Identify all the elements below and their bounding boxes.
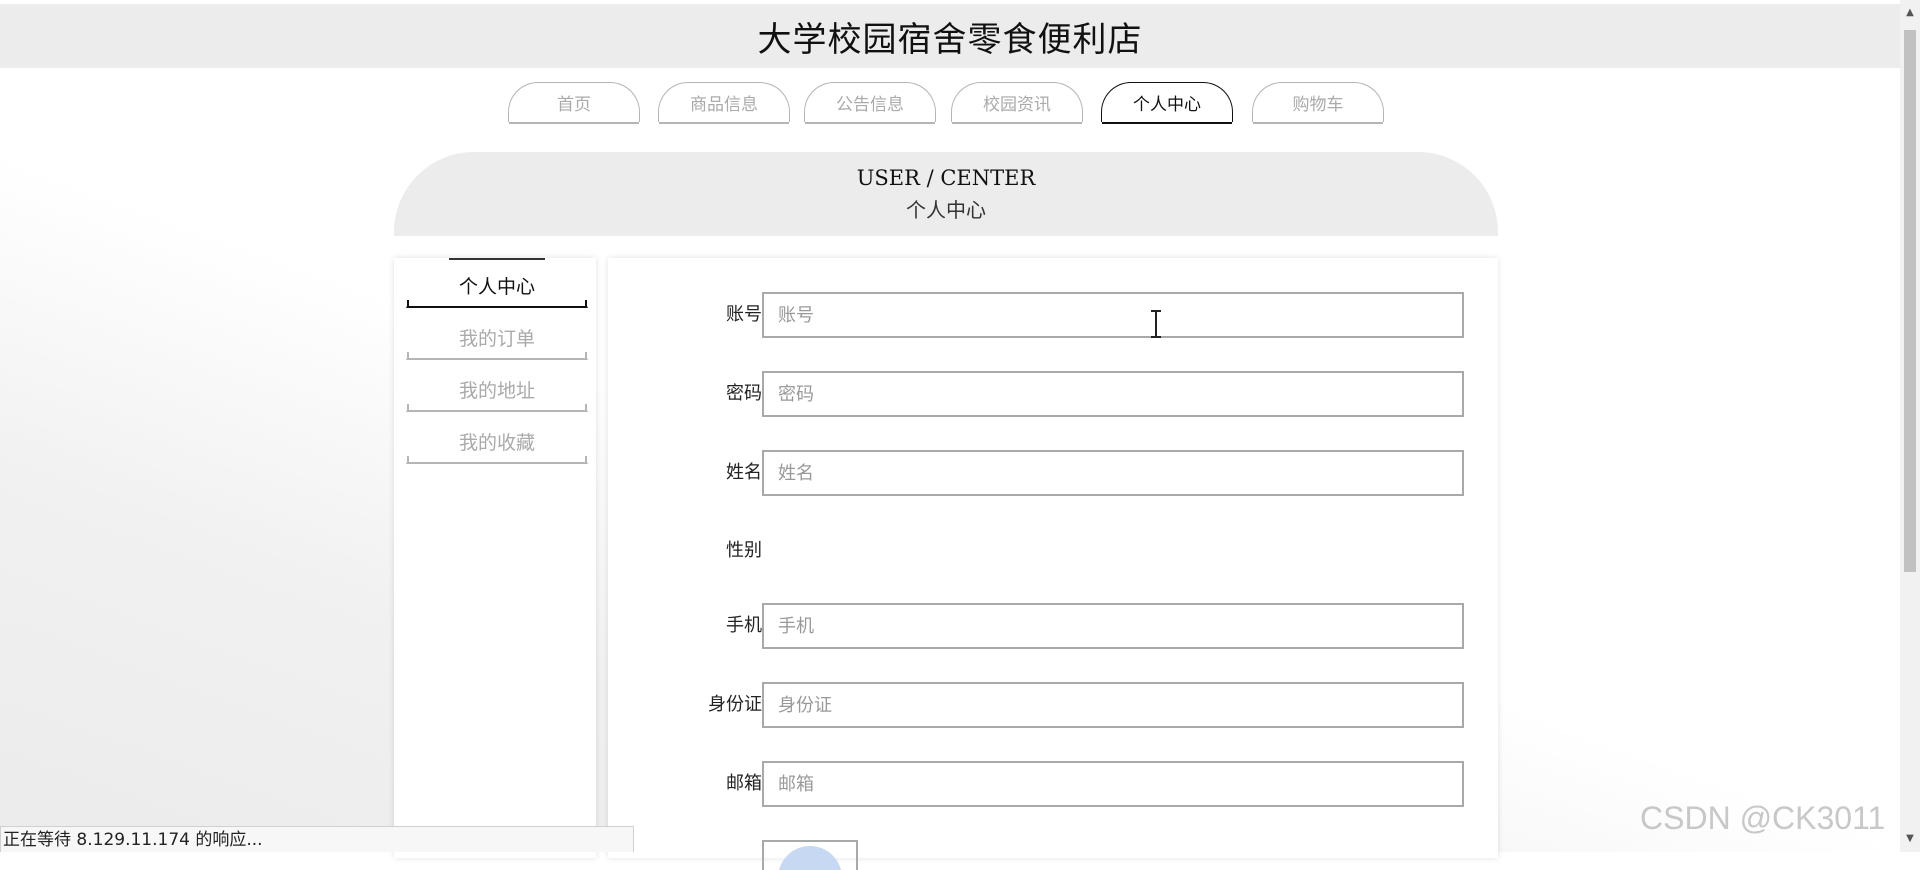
browser-status-bar: 正在等待 8.129.11.174 的响应... [0,826,634,852]
id-card-label: 身份证 [708,694,762,715]
profile-form-panel: 账号 密码 姓名 性别 手机 身份证 邮箱 [608,258,1498,870]
scroll-thumb[interactable] [1904,30,1916,572]
sidebar-item-my-favorites[interactable]: 我的收藏 [406,420,588,464]
account-input[interactable] [762,292,1464,338]
form-row-gender: 性别 [608,528,1498,574]
sidebar-item-my-address[interactable]: 我的地址 [406,368,588,412]
banner-title-cn: 个人中心 [906,198,986,222]
name-input[interactable] [762,450,1464,496]
form-row-phone: 手机 [608,603,1498,649]
email-input[interactable] [762,761,1464,807]
nav-tab-campus-news[interactable]: 校园资讯 [951,82,1083,122]
nav-tab-user-center[interactable]: 个人中心 [1101,82,1233,122]
sidebar: 个人中心 我的订单 我的地址 我的收藏 [394,258,596,858]
text-cursor-icon [1151,310,1161,338]
avatar-upload[interactable] [762,840,858,870]
id-card-input[interactable] [762,682,1464,728]
site-header: 大学校园宿舍零食便利店 [0,4,1900,68]
form-row-password: 密码 [608,371,1498,417]
name-label: 姓名 [726,462,762,483]
sidebar-item-user-center[interactable]: 个人中心 [406,264,588,308]
scroll-down-icon[interactable]: ▼ [1904,832,1916,846]
sidebar-top-accent [449,258,545,260]
nav-tab-home[interactable]: 首页 [508,82,640,122]
phone-input[interactable] [762,603,1464,649]
page-scrollbar[interactable]: ▲ ▼ [1900,0,1920,852]
watermark: CSDN @CK3011 [1640,800,1886,836]
sidebar-item-my-orders[interactable]: 我的订单 [406,316,588,360]
page-banner: USER / CENTER 个人中心 [394,152,1498,236]
form-row-account: 账号 [608,292,1498,338]
account-label: 账号 [726,304,762,325]
phone-label: 手机 [726,615,762,636]
avatar [778,846,842,870]
nav-tab-announcements[interactable]: 公告信息 [804,82,936,122]
scroll-up-icon[interactable]: ▲ [1904,6,1916,20]
nav-tab-products[interactable]: 商品信息 [658,82,790,122]
password-input[interactable] [762,371,1464,417]
site-title: 大学校园宿舍零食便利店 [757,19,1143,60]
nav-tab-cart[interactable]: 购物车 [1252,82,1384,122]
form-row-name: 姓名 [608,450,1498,496]
main-nav: 首页 商品信息 公告信息 校园资讯 个人中心 购物车 [0,82,1900,128]
password-label: 密码 [726,383,762,404]
form-row-id-card: 身份证 [608,682,1498,728]
form-row-email: 邮箱 [608,761,1498,807]
banner-title-en: USER / CENTER [856,166,1036,190]
email-label: 邮箱 [726,773,762,794]
gender-label: 性别 [726,540,762,561]
